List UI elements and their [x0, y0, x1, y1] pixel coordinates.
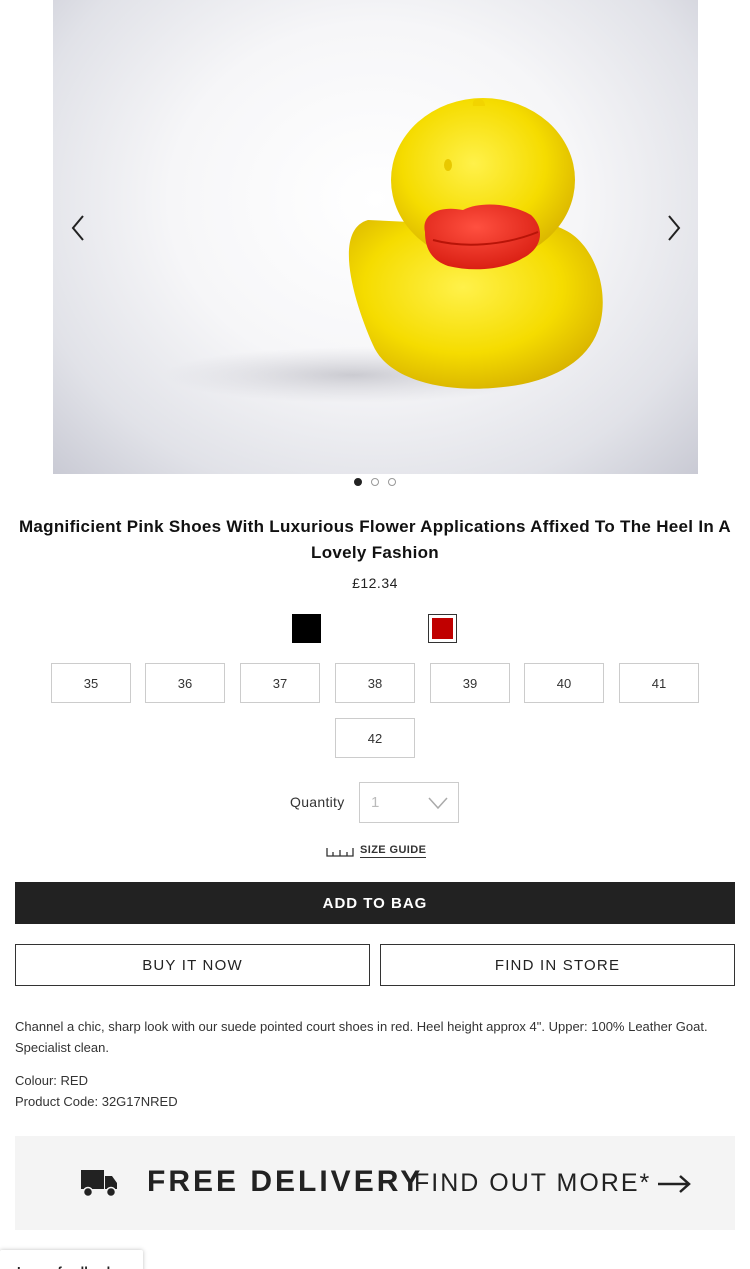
- carousel-dot-3[interactable]: [388, 478, 396, 486]
- buy-now-button[interactable]: BUY IT NOW: [15, 944, 370, 986]
- leave-feedback-button[interactable]: Leave feedback: [0, 1250, 143, 1269]
- size-option-42[interactable]: 42: [335, 718, 415, 758]
- product-title: Magnificient Pink Shoes With Luxurious F…: [18, 517, 732, 562]
- size-guide-label: SIZE GUIDE: [360, 844, 427, 858]
- rubber-duck-image: [163, 98, 603, 403]
- carousel-dots: [354, 478, 396, 486]
- product-description: Channel a chic, sharp look with our sued…: [15, 1019, 708, 1055]
- quantity-value: 1: [371, 794, 380, 811]
- product-price: £12.34: [352, 575, 398, 591]
- find-in-store-button[interactable]: FIND IN STORE: [380, 944, 735, 986]
- previous-image-button[interactable]: [63, 210, 93, 246]
- chevron-down-icon: [428, 797, 448, 810]
- ruler-icon: [326, 848, 354, 857]
- size-option-40[interactable]: 40: [524, 663, 604, 703]
- product-colour: Colour: RED: [15, 1073, 88, 1088]
- size-option-39[interactable]: 39: [430, 663, 510, 703]
- size-option-41[interactable]: 41: [619, 663, 699, 703]
- carousel-dot-1[interactable]: [354, 478, 362, 486]
- size-option-37[interactable]: 37: [240, 663, 320, 703]
- quantity-label: Quantity: [290, 794, 345, 810]
- quantity-select[interactable]: 1: [359, 782, 459, 823]
- size-guide-link[interactable]: SIZE GUIDE: [326, 844, 427, 858]
- free-delivery-banner: FREE DELIVERY FIND OUT MORE*: [15, 1136, 735, 1230]
- find-out-more-link[interactable]: FIND OUT MORE*: [414, 1169, 692, 1198]
- colour-swatch-red[interactable]: [428, 614, 457, 643]
- chevron-left-icon: [71, 215, 84, 241]
- carousel-dot-2[interactable]: [371, 478, 379, 486]
- colour-swatch-black[interactable]: [292, 614, 321, 643]
- size-option-35[interactable]: 35: [51, 663, 131, 703]
- free-delivery-headline: FREE DELIVERY: [147, 1165, 424, 1198]
- arrow-right-icon: [658, 1174, 692, 1193]
- next-image-button[interactable]: [659, 210, 689, 246]
- chevron-right-icon: [668, 215, 681, 241]
- add-to-bag-button[interactable]: ADD TO BAG: [15, 882, 735, 924]
- size-option-36[interactable]: 36: [145, 663, 225, 703]
- product-image: [53, 0, 698, 474]
- product-code: Product Code: 32G17NRED: [15, 1094, 178, 1109]
- size-option-38[interactable]: 38: [335, 663, 415, 703]
- find-out-more-label: FIND OUT MORE*: [414, 1169, 652, 1197]
- truck-icon: [81, 1170, 117, 1198]
